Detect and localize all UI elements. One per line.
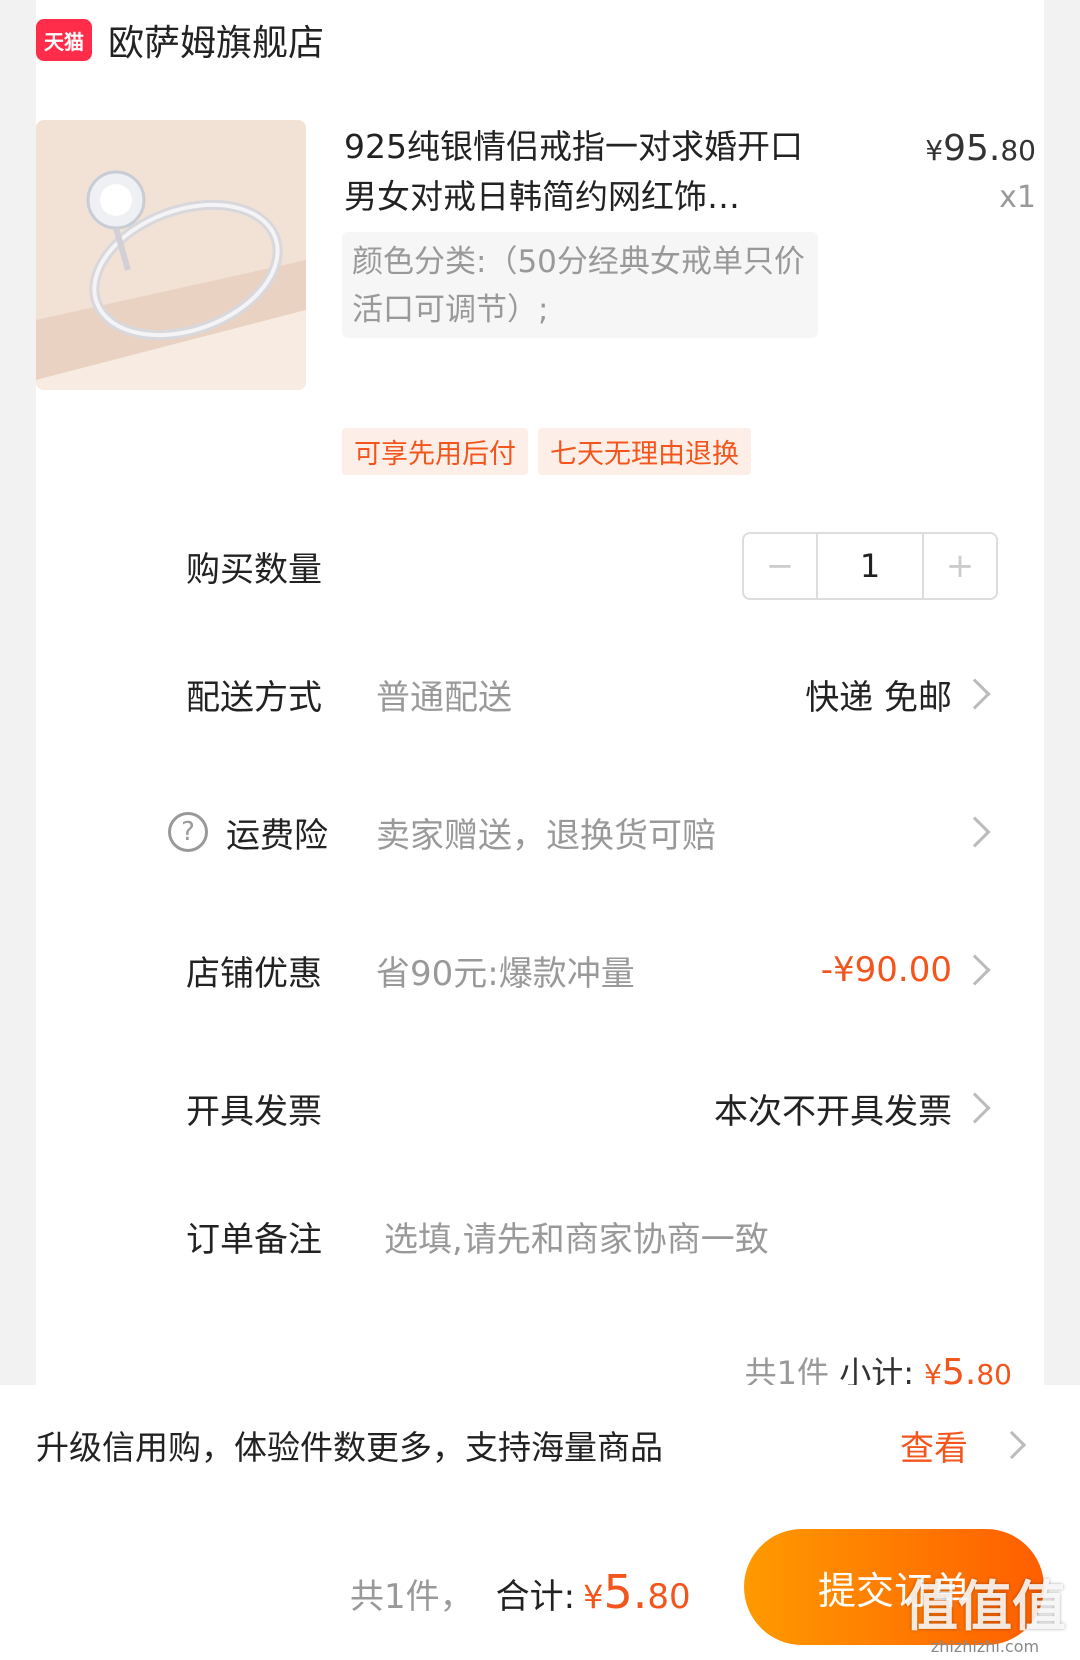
watermark: 值值值 zhizhizhi.com	[904, 1575, 1066, 1657]
delivery-row[interactable]: 配送方式 普通配送 快递 免邮	[0, 664, 1080, 724]
decrement-button[interactable]: −	[744, 534, 816, 598]
credit-promo-bar[interactable]: 升级信用购，体验件数更多，支持海量商品 查看	[0, 1385, 1080, 1505]
service-tags: 可享先用后付 七天无理由退换	[342, 428, 751, 475]
ring-image-icon	[36, 120, 306, 390]
delivery-value: 普通配送	[376, 677, 512, 718]
insurance-row[interactable]: ? 运费险 卖家赠送，退换货可赔	[0, 802, 1080, 862]
quantity-stepper[interactable]: − 1 +	[742, 532, 998, 600]
remark-input[interactable]: 选填,请先和商家协商一致	[384, 1212, 769, 1261]
quantity-label: 购买数量	[186, 549, 322, 590]
watermark-url: zhizhizhi.com	[930, 1637, 1040, 1656]
total-label: 合计:	[495, 1577, 576, 1617]
insurance-value: 卖家赠送，退换货可赔	[376, 815, 716, 856]
product-price: ¥95.80	[925, 128, 1036, 169]
chevron-right-icon	[959, 1092, 991, 1124]
delivery-label: 配送方式	[186, 677, 322, 718]
product-quantity: x1	[999, 180, 1036, 215]
delivery-method: 快递 免邮	[805, 677, 952, 718]
chevron-right-icon	[959, 678, 991, 710]
remark-row[interactable]: 订单备注 选填,请先和商家协商一致	[0, 1206, 1080, 1266]
discount-amount: -¥90.00	[820, 950, 952, 990]
bottom-bar: 共1件， 合计: ¥5.80 提交订单 值值值 zhizhizhi.com	[0, 1505, 1080, 1660]
discount-value: 省90元:爆款冲量	[376, 953, 635, 994]
help-icon[interactable]: ?	[168, 812, 208, 852]
insurance-label: 运费险	[226, 815, 328, 856]
quantity-input[interactable]: 1	[816, 534, 924, 598]
sku-info[interactable]: 颜色分类:（50分经典女戒单只价活口可调节）;	[342, 232, 818, 338]
tag-seven-day-return: 七天无理由退换	[538, 428, 751, 475]
invoice-row[interactable]: 开具发票 本次不开具发票	[0, 1078, 1080, 1138]
promo-view-link[interactable]: 查看	[900, 1421, 968, 1470]
invoice-label: 开具发票	[186, 1091, 322, 1132]
discount-row[interactable]: 店铺优惠 省90元:爆款冲量 -¥90.00	[0, 940, 1080, 1000]
promo-text: 升级信用购，体验件数更多，支持海量商品	[36, 1428, 663, 1467]
chevron-right-icon	[997, 1430, 1027, 1460]
order-total: 共1件， 合计: ¥5.80	[350, 1565, 691, 1619]
watermark-logo: 值值值	[904, 1575, 1066, 1638]
product-title[interactable]: 925纯银情侣戒指一对求婚开口男女对戒日韩简约网红饰…	[344, 122, 804, 222]
tag-pay-later: 可享先用后付	[342, 428, 528, 475]
invoice-value: 本次不开具发票	[714, 1091, 952, 1132]
total-count: 共1件，	[350, 1577, 474, 1617]
increment-button[interactable]: +	[924, 534, 996, 598]
remark-label: 订单备注	[186, 1219, 322, 1260]
discount-label: 店铺优惠	[186, 953, 322, 994]
product-thumbnail[interactable]	[36, 120, 306, 390]
shop-header[interactable]: 天猫 欧萨姆旗舰店	[36, 10, 324, 70]
total-amount: ¥5.80	[583, 1565, 691, 1619]
shop-name[interactable]: 欧萨姆旗舰店	[108, 14, 324, 66]
chevron-right-icon	[959, 954, 991, 986]
tmall-badge-icon: 天猫	[36, 19, 92, 61]
chevron-right-icon	[959, 816, 991, 848]
